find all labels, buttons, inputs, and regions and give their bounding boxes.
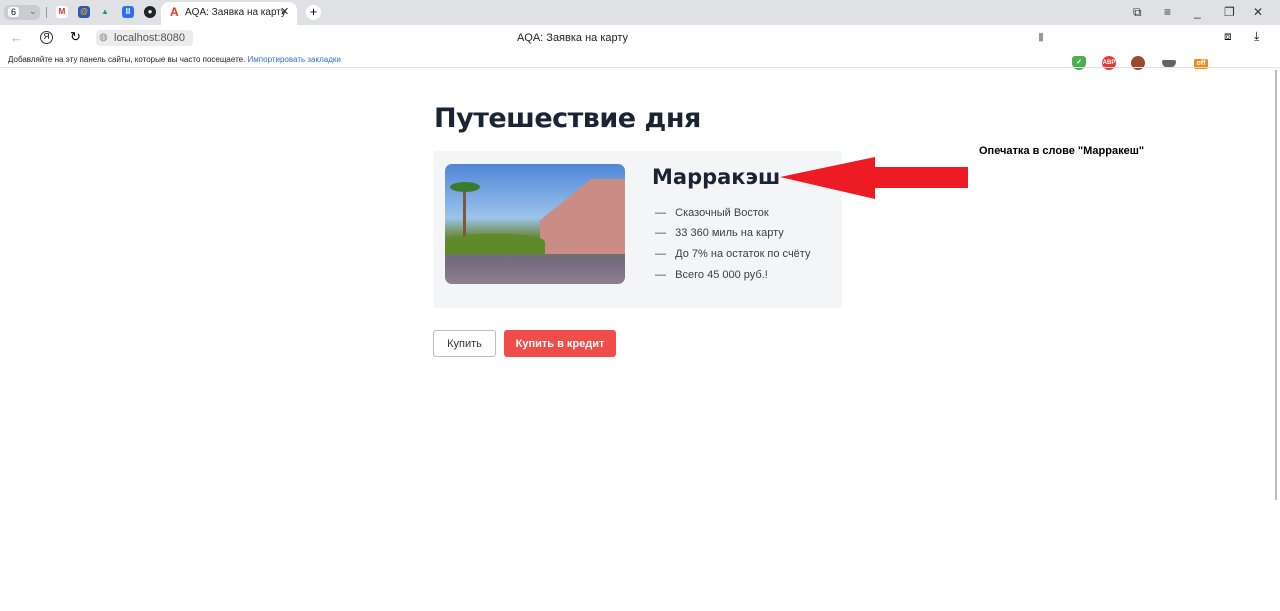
red-arrow-icon	[780, 157, 968, 199]
annotation-arrow	[780, 157, 968, 199]
annotation-note: Опечатка в слове "Марракеш"	[979, 145, 1145, 157]
